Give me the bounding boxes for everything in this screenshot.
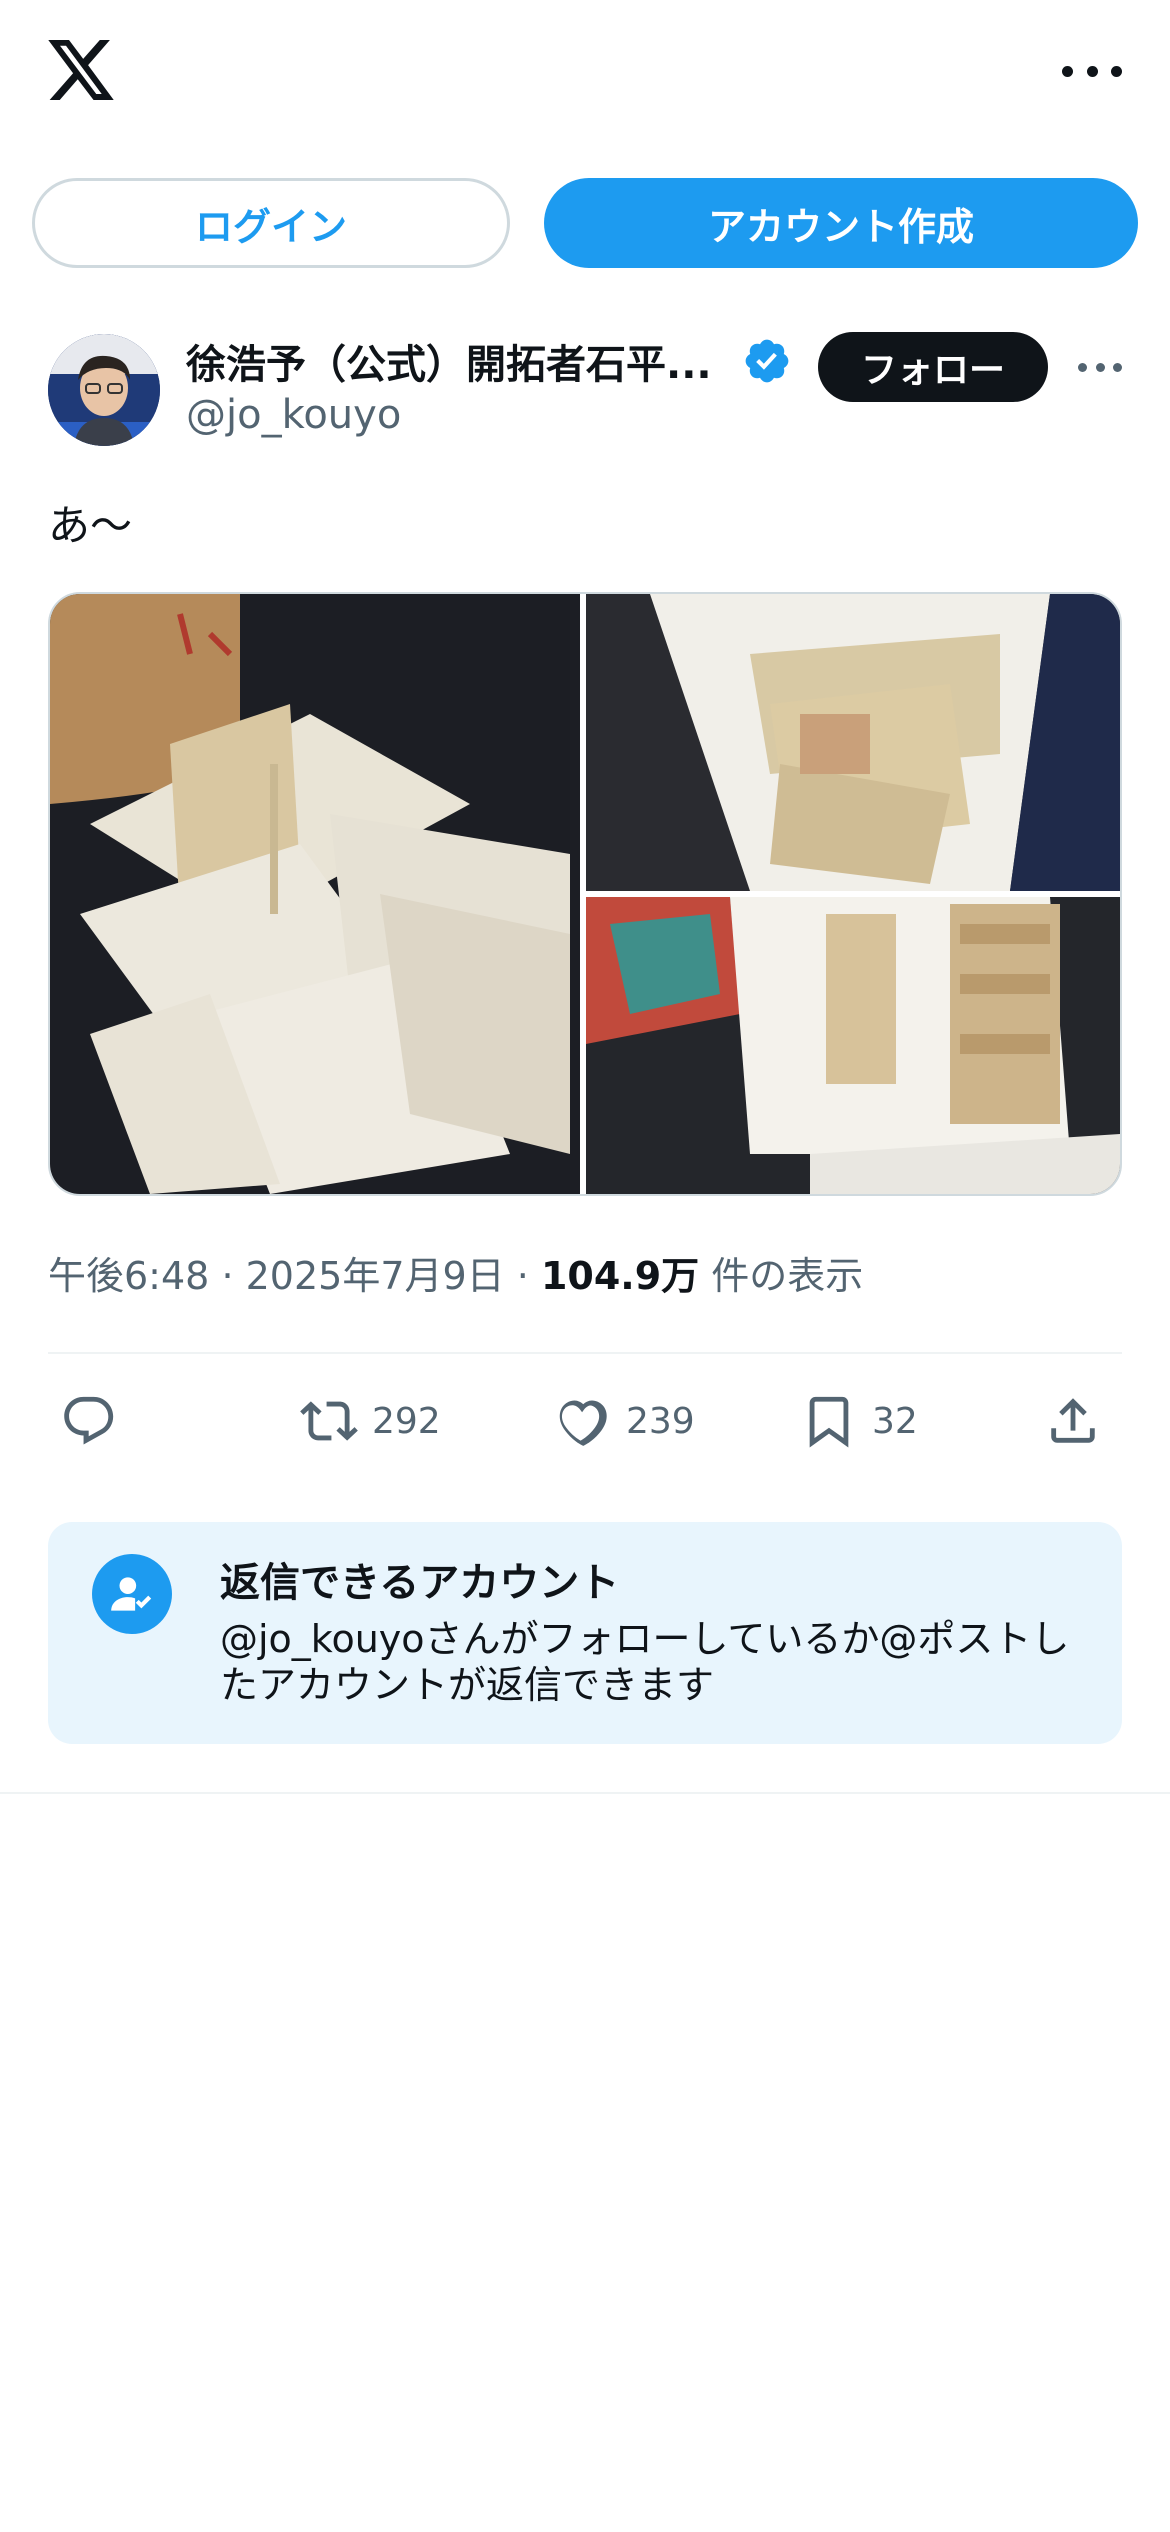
tweet-actions: 292 239 32 [48,1388,1122,1454]
tweet-date[interactable]: 2025年7月9日 [246,1254,505,1298]
avatar-image [48,334,160,446]
top-bar [0,0,1170,150]
retweet-icon [300,1401,358,1441]
reply-settings-body: @jo_kouyoさんがフォローしているか@ポストしたアカウントが返信できます [220,1617,1070,1707]
views-label: 件の表示 [711,1254,864,1298]
login-button[interactable]: ログイン [32,178,510,268]
meta-separator: · [221,1254,234,1298]
avatar[interactable] [48,334,160,446]
tweet-more-icon[interactable] [1078,360,1122,374]
tweet-text: あ〜 [48,501,133,550]
reply-settings-card: 返信できるアカウント @jo_kouyoさんがフォローしているか@ポストしたアカ… [48,1522,1122,1744]
verified-badge-icon [745,339,789,383]
bookmark-icon [809,1396,849,1448]
reply-button[interactable] [60,1388,118,1454]
reply-icon [64,1396,114,1445]
retweet-count: 292 [372,1400,441,1442]
bookmark-button[interactable]: 32 [800,1388,918,1454]
media-photo-2[interactable] [586,594,1120,891]
author-handle[interactable]: @jo_kouyo [186,392,401,438]
tweet-time[interactable]: 午後6:48 [48,1254,209,1298]
follow-button[interactable]: フォロー [818,332,1048,402]
more-horizontal-icon[interactable] [1062,56,1122,86]
signup-button[interactable]: アカウント作成 [544,178,1138,268]
reply-settings-title: 返信できるアカウント [220,1560,620,1606]
meta-separator: · [516,1254,529,1298]
author-name[interactable]: 徐浩予（公式）開拓者石平... [186,332,712,390]
auth-buttons: ログイン アカウント作成 [32,178,1138,270]
tweet-meta: 午後6:48 · 2025年7月9日 · 104.9万 件の表示 [48,1245,863,1300]
tweet-media-grid [48,592,1122,1196]
views-count: 104.9万 [540,1254,700,1298]
tweet-author: 徐浩予（公式）開拓者石平... @jo_kouyo フォロー [48,330,1122,450]
user-check-icon [92,1554,172,1634]
heart-icon [559,1400,607,1446]
share-button[interactable] [1044,1388,1102,1454]
media-photo-3[interactable] [586,897,1120,1194]
share-icon [1051,1398,1095,1443]
media-photo-1[interactable] [50,594,580,1194]
like-button[interactable]: 239 [554,1388,695,1454]
x-logo-icon[interactable] [48,40,114,100]
bookmark-count: 32 [872,1400,918,1442]
divider [48,1352,1122,1354]
like-count: 239 [626,1400,695,1442]
divider [0,1792,1170,1794]
retweet-button[interactable]: 292 [300,1388,441,1454]
